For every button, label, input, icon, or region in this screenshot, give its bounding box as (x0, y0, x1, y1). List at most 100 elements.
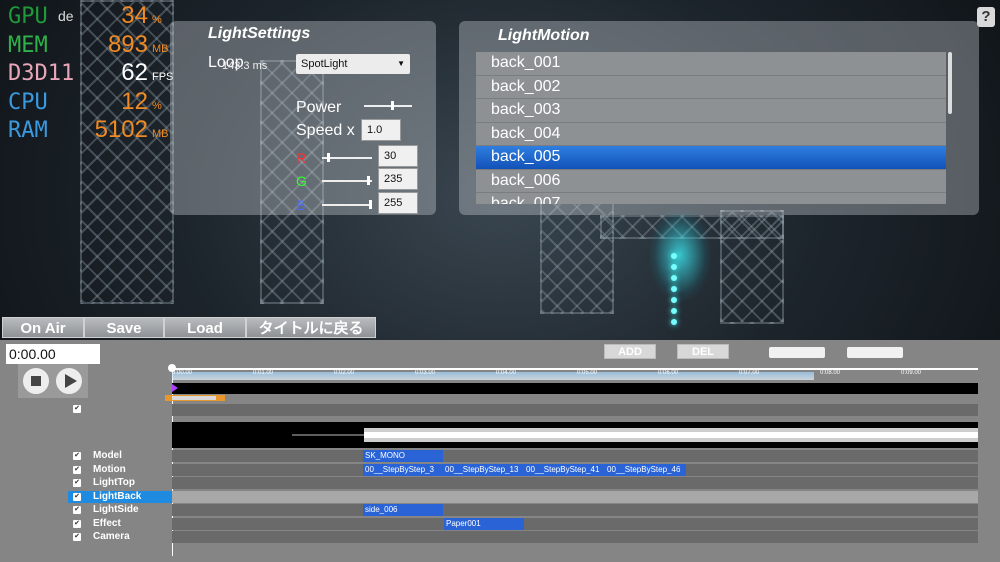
range-bar-inner (172, 396, 216, 400)
track-name: LightSide (93, 504, 139, 515)
timeline-clip[interactable]: SK_MONO (363, 450, 443, 462)
led (671, 253, 677, 259)
time-input[interactable]: 0:00.00 (6, 344, 100, 364)
tick-label: 0:07.00 (739, 370, 760, 376)
blank-button[interactable] (847, 347, 903, 358)
list-item[interactable]: back_003 (476, 99, 946, 123)
g-slider[interactable] (322, 176, 372, 185)
timeline-ruler (172, 368, 978, 370)
timeline-track-row[interactable] (172, 450, 978, 462)
blank-button[interactable] (769, 347, 825, 358)
led (671, 297, 677, 303)
r-input[interactable]: 30 (378, 145, 418, 167)
play-button[interactable] (55, 367, 83, 395)
led (671, 275, 677, 281)
stat-row: CPU 12 % (8, 88, 178, 117)
del-button[interactable]: DEL (677, 344, 729, 359)
timeline-track-row[interactable] (172, 477, 978, 489)
g-slider-thumb[interactable] (367, 176, 370, 185)
track-name: Effect (93, 517, 121, 529)
power-slider[interactable] (364, 101, 412, 110)
track-checkbox[interactable]: ✔ (73, 533, 81, 541)
r-slider-thumb[interactable] (327, 153, 330, 162)
marker-icon (172, 384, 178, 392)
tick-label: 0:02.00 (334, 370, 355, 376)
stat-row: D3D11 62 FPS (8, 59, 178, 88)
timeline-clip[interactable]: 00__StepByStep_13 (443, 463, 524, 476)
track-checkbox[interactable]: ✔ (73, 519, 81, 528)
light-motion-list[interactable]: back_001 back_002 back_003 back_004 back… (476, 52, 946, 204)
waveform-svg (292, 428, 978, 442)
track-checkbox[interactable]: ✔ (73, 479, 81, 487)
timeline-track-row[interactable] (172, 531, 978, 543)
audio-track-header (172, 404, 978, 416)
play-icon (65, 374, 77, 388)
scrub-bar[interactable] (172, 383, 978, 394)
back-to-title-button[interactable]: タイトルに戻る (246, 317, 376, 338)
on-air-button[interactable]: On Air (2, 317, 84, 338)
timeline-clip[interactable]: 00__StepByStep_41 (524, 463, 605, 476)
b-slider-thumb[interactable] (369, 200, 372, 209)
save-button[interactable]: Save (84, 317, 164, 338)
help-button[interactable]: ? (977, 7, 995, 27)
light-settings-title: LightSettings (208, 25, 311, 42)
tick-label: 0:05.00 (577, 370, 598, 376)
list-item[interactable]: back_007 (476, 193, 946, 204)
stat-unit: % (152, 99, 162, 112)
stat-row: RAM 5102 MB (8, 116, 178, 145)
list-item[interactable]: back_004 (476, 122, 946, 146)
track-name: Model (93, 450, 122, 461)
list-item[interactable]: back_005 (476, 146, 946, 170)
list-item[interactable]: back_001 (476, 52, 946, 76)
track-name: LightTop (93, 477, 136, 488)
track-checkbox[interactable]: ✔ (73, 452, 81, 460)
stop-icon (31, 376, 41, 386)
stage-glow (650, 210, 710, 300)
stat-value: 5102 (94, 116, 148, 143)
track-name: Motion (93, 463, 126, 475)
tick-label: 0:03.00 (415, 370, 436, 376)
waveform (172, 422, 978, 448)
list-item[interactable]: back_006 (476, 169, 946, 193)
stat-value: 893 (107, 30, 148, 58)
b-input[interactable]: 255 (378, 192, 418, 214)
tick-label: 0:08.00 (820, 370, 841, 376)
light-type-dropdown[interactable]: SpotLight ▼ (296, 54, 410, 74)
r-slider[interactable] (322, 153, 372, 162)
track-name: LightBack (93, 490, 142, 502)
b-slider[interactable] (322, 200, 372, 209)
stat-unit: MB (152, 128, 169, 140)
add-button[interactable]: ADD (604, 344, 656, 359)
list-scrollbar[interactable] (948, 52, 952, 114)
timeline-track-row[interactable] (172, 517, 978, 530)
light-motion-title: LightMotion (498, 27, 590, 44)
load-button[interactable]: Load (164, 317, 246, 338)
timeline-clip[interactable]: 00__StepByStep_3 (363, 463, 443, 476)
timeline-track-row[interactable] (172, 504, 978, 516)
power-label: Power (296, 99, 342, 116)
tick-label: 0:01.00 (253, 370, 274, 376)
track-checkbox[interactable]: ✔ (73, 492, 81, 501)
stat-key: GPU (8, 4, 48, 29)
checkbox[interactable]: ✔ (73, 405, 81, 413)
track-checkbox[interactable]: ✔ (73, 506, 81, 514)
timeline-clip[interactable]: Paper001 (444, 517, 524, 530)
stat-unit: MB (152, 42, 169, 55)
list-item[interactable]: back_002 (476, 75, 946, 99)
timeline-clip[interactable]: side_006 (363, 504, 443, 516)
timeline-clip[interactable]: 00__StepByStep_46 (605, 463, 686, 476)
g-input[interactable]: 235 (378, 168, 418, 190)
stop-button[interactable] (22, 367, 50, 395)
stat-key: D3D11 (8, 61, 75, 86)
track-checkbox[interactable]: ✔ (73, 465, 81, 474)
tick-label: 0:00.00 (172, 370, 193, 376)
b-label: B (296, 197, 306, 213)
timeline-track-row[interactable] (172, 490, 978, 503)
stat-key: MEM (8, 32, 48, 58)
led (671, 308, 677, 314)
tick-label: 0:04.00 (496, 370, 517, 376)
tick-label: 0:09.00 (901, 370, 922, 376)
stat-key: CPU (8, 89, 48, 115)
power-slider-thumb[interactable] (391, 101, 394, 110)
speed-input[interactable]: 1.0 (361, 119, 401, 141)
